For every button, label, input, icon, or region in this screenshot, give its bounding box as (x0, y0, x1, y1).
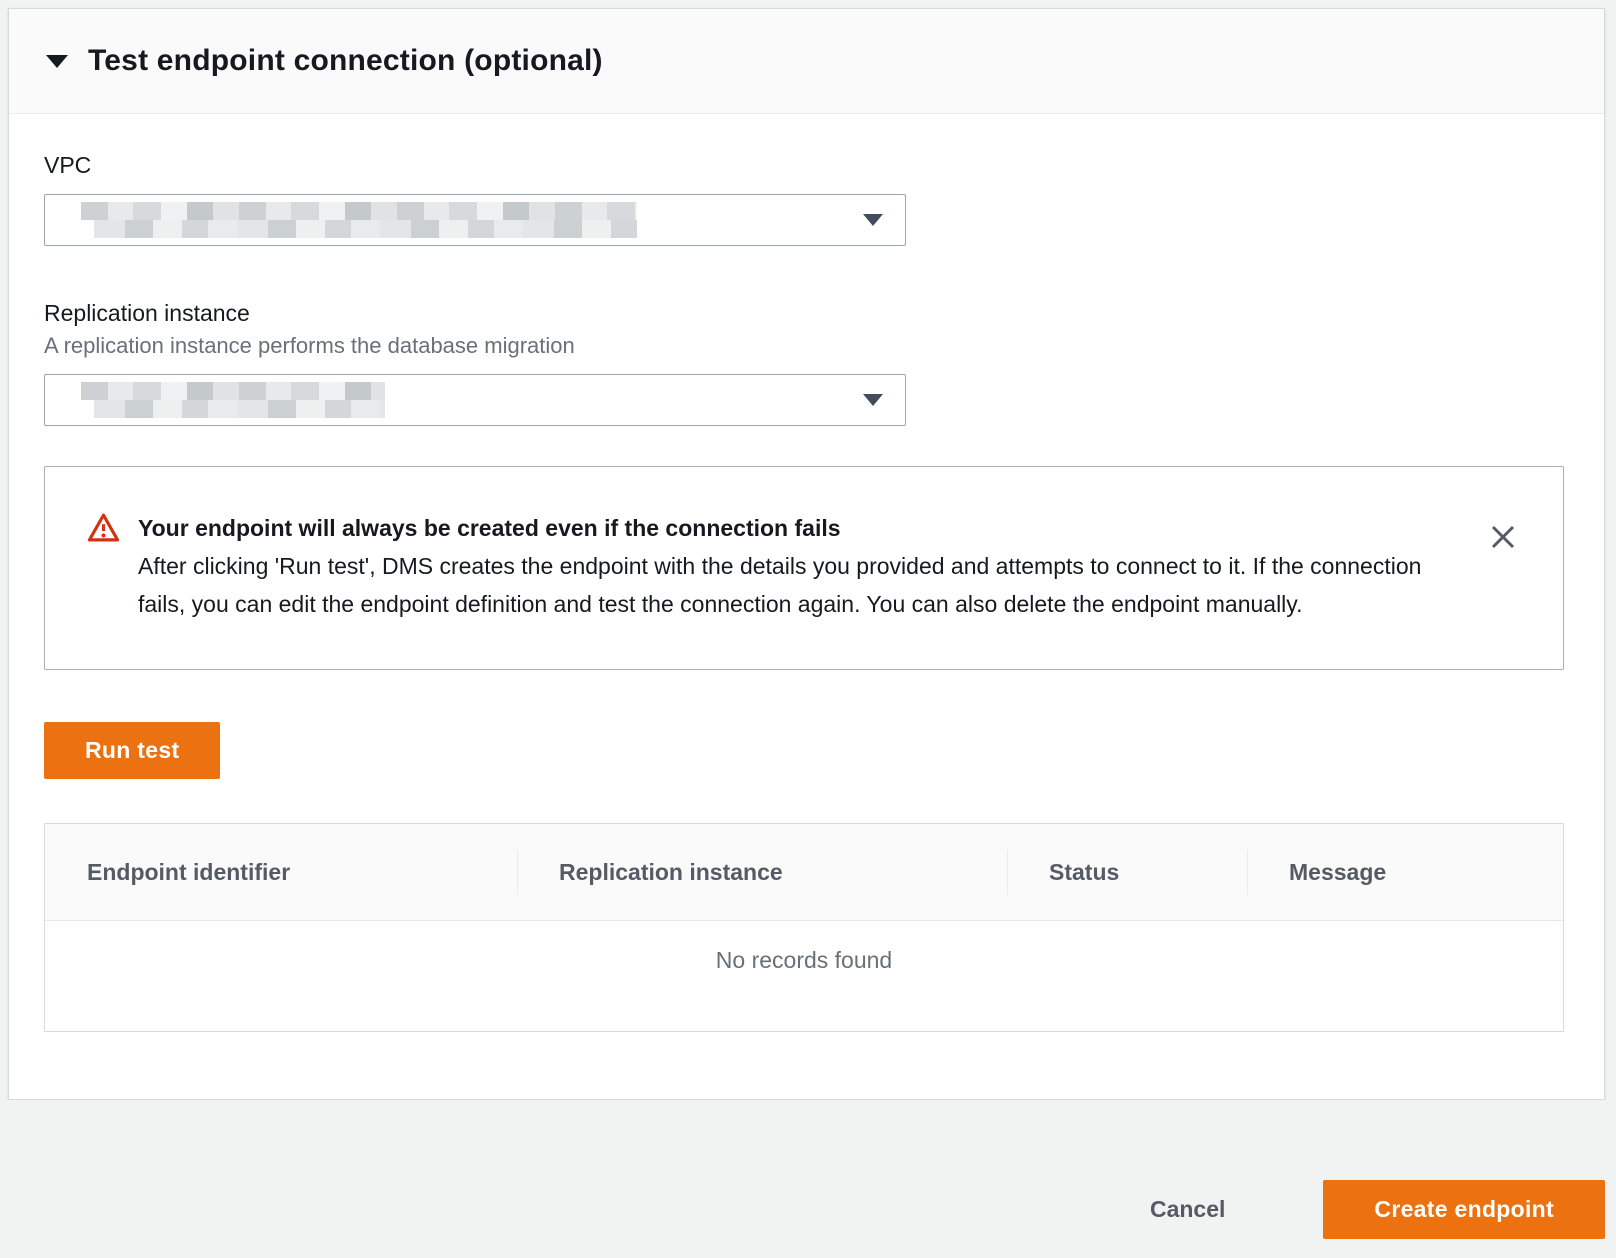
chevron-down-icon (863, 394, 883, 406)
warning-title: Your endpoint will always be created eve… (138, 509, 1448, 547)
replication-instance-label: Replication instance (44, 298, 1604, 328)
triangle-down-icon (46, 55, 68, 68)
warning-alert: Your endpoint will always be created eve… (44, 466, 1564, 670)
wizard-footer: Cancel Create endpoint (0, 1100, 1616, 1258)
table-body: No records found (45, 921, 1563, 1031)
warning-triangle-icon (87, 511, 120, 549)
empty-state-message: No records found (716, 947, 892, 1031)
replication-instance-description: A replication instance performs the data… (44, 332, 1604, 360)
warning-body: After clicking 'Run test', DMS creates t… (138, 547, 1448, 623)
column-header-status: Status (1007, 824, 1247, 920)
replication-instance-select[interactable] (44, 374, 906, 426)
chevron-down-icon (863, 214, 883, 226)
vpc-select[interactable] (44, 194, 906, 246)
column-header-replication-instance: Replication instance (517, 824, 1007, 920)
vpc-selected-value-redacted (81, 202, 637, 238)
section-body: VPC Replication instance A replication i… (9, 150, 1604, 1032)
section-header-toggle[interactable]: Test endpoint connection (optional) (9, 9, 1604, 114)
column-header-message: Message (1247, 824, 1563, 920)
column-header-endpoint-identifier: Endpoint identifier (45, 824, 517, 920)
warning-text-block: Your endpoint will always be created eve… (138, 509, 1448, 623)
create-endpoint-page: Test endpoint connection (optional) VPC … (0, 0, 1616, 1258)
cancel-button[interactable]: Cancel (1150, 1180, 1225, 1239)
run-test-button[interactable]: Run test (44, 722, 220, 779)
replication-instance-selected-value-redacted (81, 382, 385, 418)
connection-results-table: Endpoint identifier Replication instance… (44, 823, 1564, 1032)
table-header-row: Endpoint identifier Replication instance… (45, 824, 1563, 921)
section-title: Test endpoint connection (optional) (88, 44, 603, 78)
test-endpoint-section: Test endpoint connection (optional) VPC … (8, 8, 1605, 1100)
vpc-label: VPC (44, 150, 1604, 180)
close-icon[interactable] (1487, 521, 1519, 553)
create-endpoint-button[interactable]: Create endpoint (1323, 1180, 1605, 1239)
